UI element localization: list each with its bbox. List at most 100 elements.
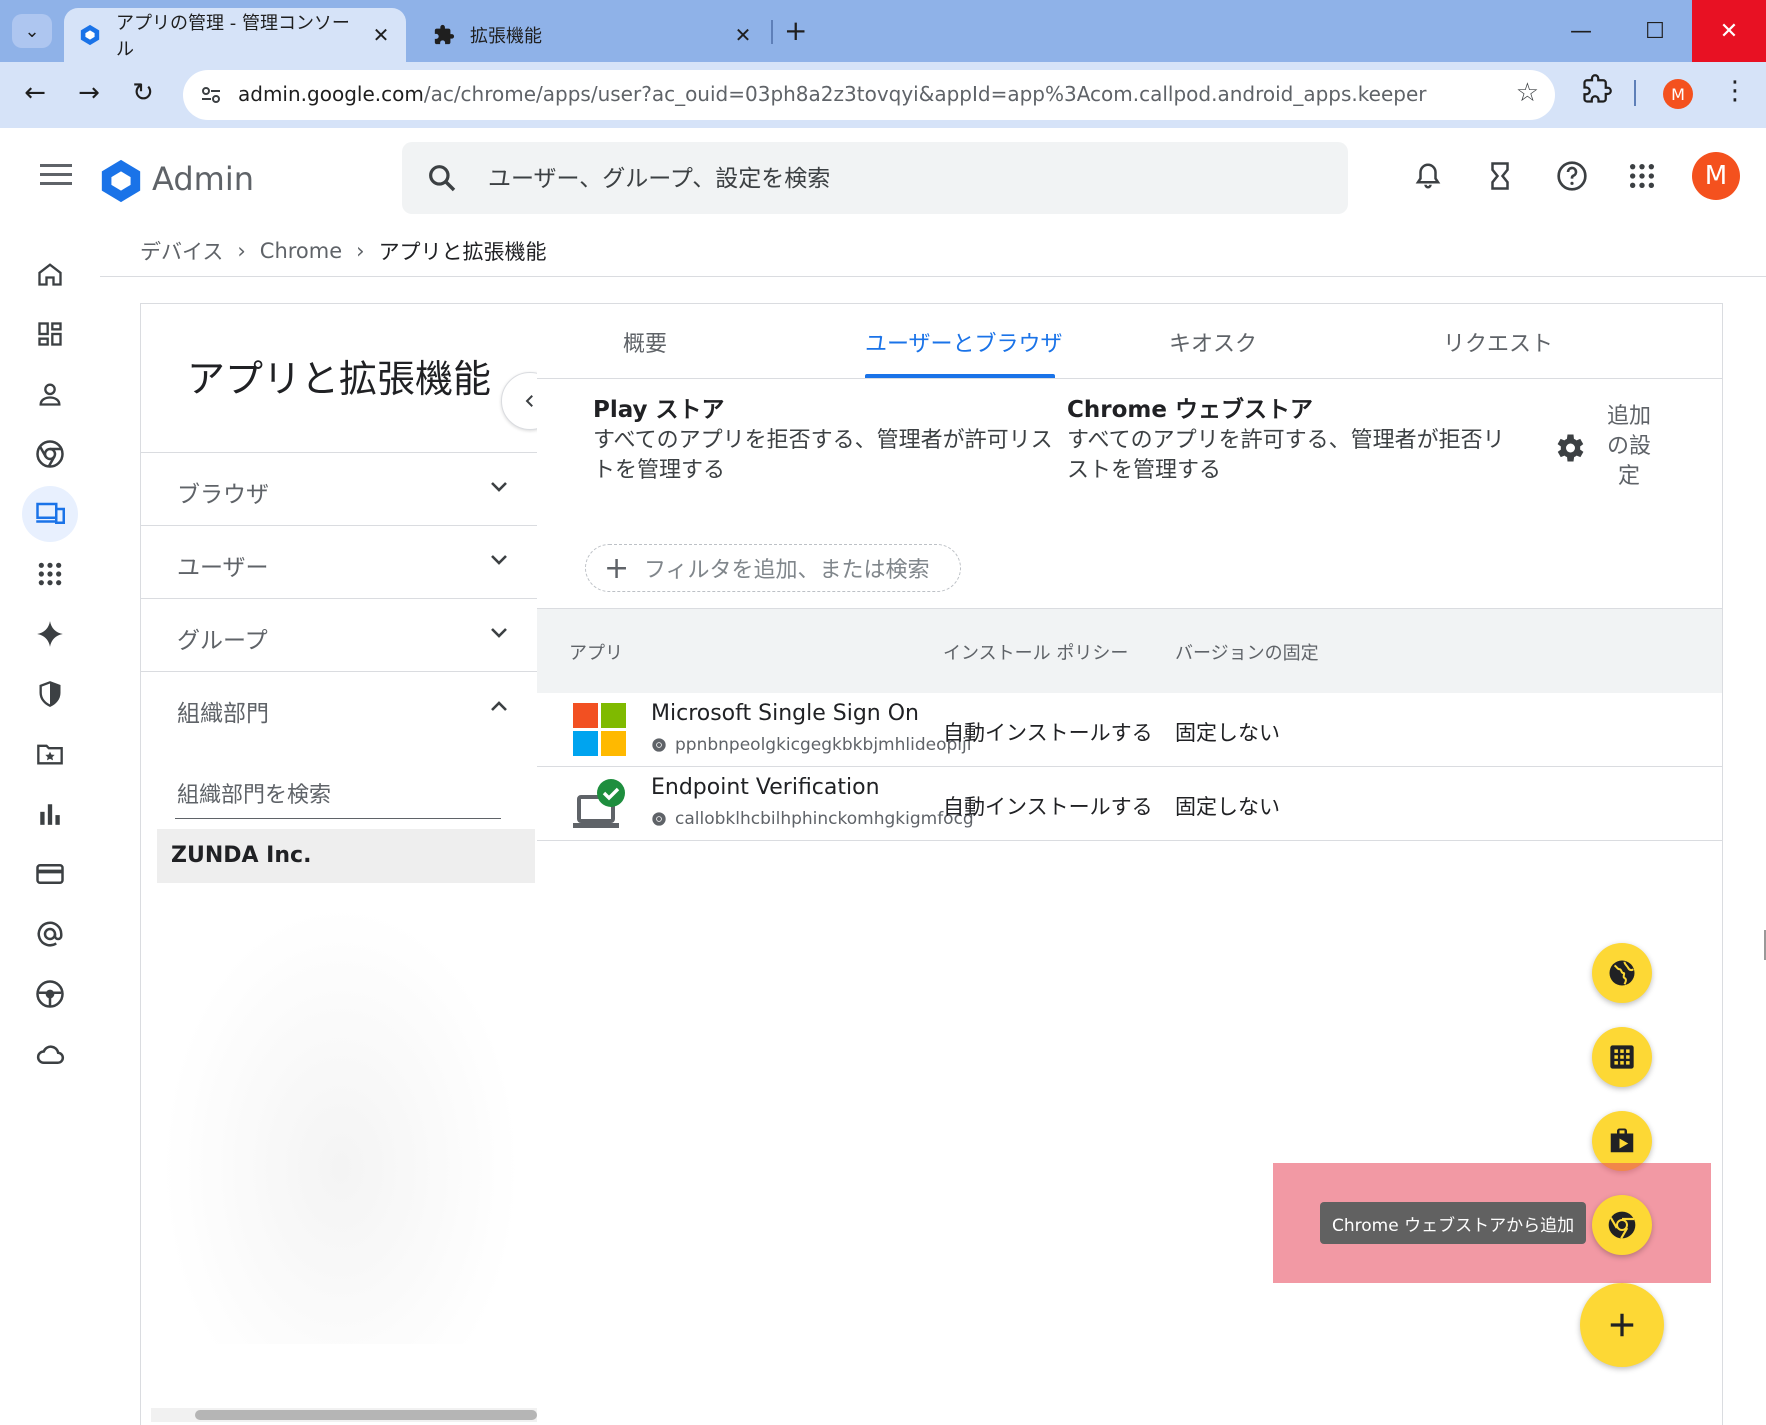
navigation-rail [0,232,100,1424]
chevron-down-icon [491,555,507,565]
install-policy: 自動インストールする [943,795,1153,819]
profile-avatar[interactable]: M [1663,79,1693,109]
new-tab-button[interactable]: + [784,14,807,47]
search-input[interactable] [486,156,1310,202]
home-icon[interactable] [22,246,78,302]
tab-users-browsers[interactable]: ユーザーとブラウザ [865,326,1063,358]
sparkle-icon[interactable] [22,606,78,662]
extensions-puzzle-icon[interactable] [1582,74,1612,108]
divider [100,276,1766,277]
site-info-icon[interactable] [199,83,223,107]
additional-settings-link[interactable]: 追加の設定 [1599,402,1659,492]
tab-label: 拡張機能 [470,26,542,47]
chevron-right-icon: › [356,239,365,263]
tasks-hourglass-icon[interactable] [1482,158,1518,194]
rules-wheel-icon[interactable] [22,966,78,1022]
app-name[interactable]: Microsoft Single Sign On [651,701,919,726]
add-from-chrome-web-store-button[interactable] [1592,1195,1652,1255]
security-shield-icon[interactable] [22,666,78,722]
account-avatar[interactable]: M [1692,152,1740,200]
account-at-icon[interactable] [22,906,78,962]
column-install-policy[interactable]: インストール ポリシー [943,639,1128,665]
browser-tab-bar: ⌄ アプリの管理 - 管理コンソール ✕ 拡張機能 ✕ + — ☐ ✕ [0,0,1766,62]
tab-extensions[interactable]: 拡張機能 ✕ [418,8,768,62]
filter-label: フィルタを追加、または検索 [644,558,930,583]
users-icon[interactable] [22,366,78,422]
tab-admin-console[interactable]: アプリの管理 - 管理コンソール ✕ [64,8,406,62]
column-version-pin[interactable]: バージョンの固定 [1175,639,1319,665]
section-label: ユーザー [177,555,269,581]
chrome-browser-icon[interactable] [22,426,78,482]
play-store-icon [1610,1128,1634,1153]
devices-icon[interactable] [22,486,78,542]
dashboard-icon[interactable] [22,306,78,362]
billing-card-icon[interactable] [22,846,78,902]
column-app[interactable]: アプリ [569,639,623,665]
minimize-button[interactable]: — [1544,0,1618,62]
notifications-bell-icon[interactable] [1410,158,1446,194]
admin-search[interactable] [402,142,1348,214]
section-org-units[interactable]: 組織部門 [141,671,537,744]
plus-icon: + [604,550,630,586]
section-label: ブラウザ [177,482,269,508]
chrome-menu-icon[interactable]: ⋮ [1722,76,1748,106]
folder-star-icon[interactable] [22,726,78,782]
play-store-setting[interactable]: Play ストア すべてのアプリを拒否する、管理者が許可リストを管理する [593,390,1053,486]
bookmark-star-icon[interactable]: ☆ [1516,78,1539,108]
add-from-play-store-button[interactable] [1592,1111,1652,1171]
reload-button[interactable]: ↻ [126,78,160,108]
window-close-button[interactable]: ✕ [1692,0,1766,62]
chrome-icon [652,812,666,826]
org-unit-search-input[interactable] [175,774,505,816]
install-policy: 自動インストールする [943,721,1153,745]
section-groups[interactable]: グループ [141,598,537,671]
content-tabs: 概要 ユーザーとブラウザ キオスク リクエスト [537,304,1722,379]
admin-logo-text[interactable]: Admin [152,160,254,198]
add-android-app-button[interactable] [1592,1027,1652,1087]
store-desc: すべてのアプリを拒否する、管理者が許可リストを管理する [593,428,1053,483]
omnibox[interactable]: admin.google.com/ac/chrome/apps/user?ac_… [183,70,1555,120]
section-label: グループ [177,628,268,654]
tab-overview[interactable]: 概要 [623,326,667,358]
apps-launcher-icon[interactable] [1624,158,1660,194]
breadcrumb-devices[interactable]: デバイス [140,236,223,266]
puzzle-icon [432,23,456,47]
main-menu-icon[interactable] [40,164,72,188]
table-row[interactable]: Endpoint Verification callobklhcbilhphin… [537,767,1722,841]
maximize-button[interactable]: ☐ [1618,0,1692,62]
tab-separator [771,20,773,44]
forward-button[interactable]: → [72,78,106,108]
horizontal-scrollbar[interactable] [151,1408,537,1422]
admin-header: Admin M [0,128,1766,232]
section-users[interactable]: ユーザー [141,525,537,598]
tab-requests[interactable]: リクエスト [1443,326,1553,358]
table-row[interactable]: Microsoft Single Sign On ppnbnpeolgkicge… [537,693,1722,767]
chrome-icon [1608,1211,1636,1239]
breadcrumb-chrome[interactable]: Chrome [260,239,342,263]
chevron-down-icon [491,482,507,492]
help-icon[interactable] [1554,158,1590,194]
app-id: callobklhcbilhphinckomhgkigmfocg [651,809,974,829]
admin-logo-icon[interactable] [98,158,144,204]
org-unit-search[interactable] [175,774,505,819]
apps-icon[interactable] [22,546,78,602]
back-button[interactable]: ← [18,78,52,108]
chrome-web-store-setting[interactable]: Chrome ウェブストア すべてのアプリを許可する、管理者が拒否リストを管理す… [1067,390,1517,486]
org-unit-item[interactable]: ZUNDA Inc. [157,829,535,883]
close-tab-icon[interactable]: ✕ [728,23,758,47]
app-id: ppnbnpeolgkicgegkbkbjmhlideopiji [651,735,971,755]
add-app-fab[interactable] [1580,1283,1664,1367]
reports-bar-icon[interactable] [22,786,78,842]
gear-icon[interactable] [1551,430,1587,466]
filter-panel: アプリと拡張機能 ブラウザ ユーザー グループ 組織部門 ZUNDA Inc. [140,303,538,1425]
add-filter-chip[interactable]: + フィルタを追加、または検索 [585,544,961,592]
app-name[interactable]: Endpoint Verification [651,775,880,800]
cloud-icon[interactable] [22,1026,78,1082]
close-tab-icon[interactable]: ✕ [366,23,396,47]
section-browser[interactable]: ブラウザ [141,452,537,525]
add-by-url-button[interactable] [1592,943,1652,1003]
panel-title: アプリと拡張機能 [187,357,492,401]
chrome-icon [652,738,666,752]
tab-kiosk[interactable]: キオスク [1169,326,1257,358]
tab-search-button[interactable]: ⌄ [12,14,52,48]
